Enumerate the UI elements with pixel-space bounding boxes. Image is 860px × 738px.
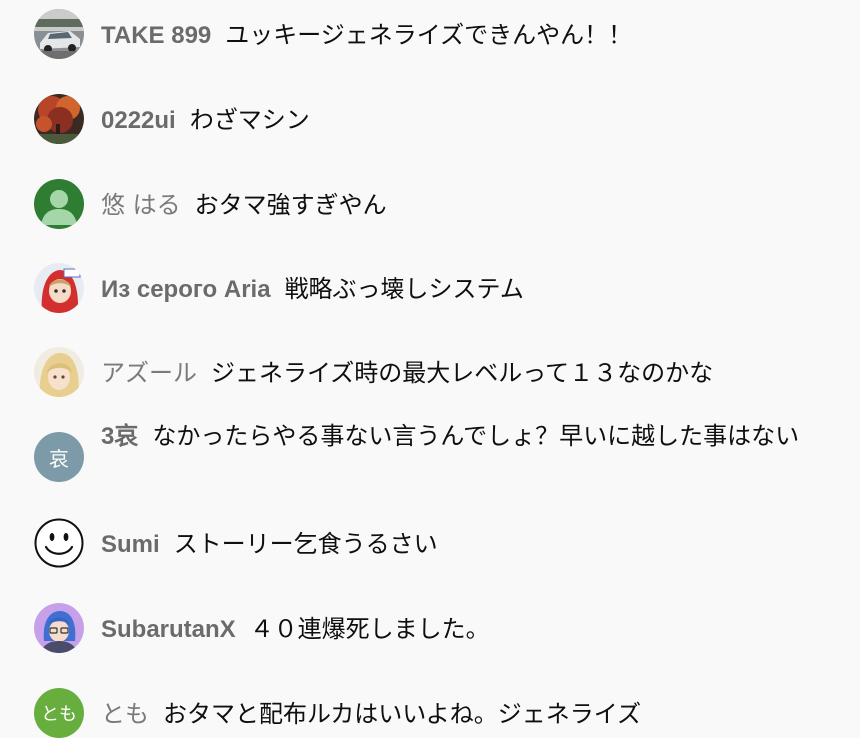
anime-girl-blonde-icon[interactable] xyxy=(34,347,84,397)
default-user-icon[interactable] xyxy=(34,179,84,229)
message-text: わざマシン xyxy=(189,106,310,134)
message-line: TAKE 899 ユッキージェネライズできんやん！！ xyxy=(101,17,837,54)
author-name[interactable]: 3哀 xyxy=(101,423,138,450)
author-name[interactable]: SubarutanX xyxy=(101,616,236,643)
message-text: なかったらやる事ない言うんでしょ？早いに越した事はない xyxy=(152,422,800,450)
letter-avatar-icon[interactable]: 哀 xyxy=(34,432,84,482)
author-name[interactable]: Из серого Aria xyxy=(101,276,271,303)
message-line: アズール ジェネライズ時の最大レベルって１３なのかな xyxy=(101,355,837,391)
car-photo-icon[interactable] xyxy=(34,9,84,59)
author-name[interactable]: 0222ui xyxy=(101,107,176,134)
live-chat-list: TAKE 899 ユッキージェネライズできんやん！！ 0222ui わざマシン xyxy=(0,0,860,738)
letter-avatar-icon[interactable]: とも xyxy=(34,688,84,738)
author-name[interactable]: とも xyxy=(101,700,149,728)
anime-boy-glasses-purple-icon[interactable] xyxy=(34,603,84,653)
author-name[interactable]: アズール xyxy=(101,359,197,387)
avatar-letter: 哀 xyxy=(49,446,69,471)
author-name[interactable]: Sumi xyxy=(101,531,160,558)
message-text: おタマ強すぎやん xyxy=(194,191,387,219)
message-line: 3哀 なかったらやる事ない言うんでしょ？早いに越した事はない xyxy=(101,418,837,455)
message-text: ユッキージェネライズできんやん！！ xyxy=(225,21,633,49)
author-name[interactable]: TAKE 899 xyxy=(101,22,211,49)
smiley-face-icon[interactable] xyxy=(34,518,84,568)
message-line: SubarutanX ４０連爆死しました。 xyxy=(101,611,837,648)
message-text: 戦略ぶっ壊しシステム xyxy=(284,275,524,303)
avatar-letter: とも xyxy=(41,704,77,725)
message-text: ４０連爆死しました。 xyxy=(249,615,490,643)
message-line: とも おタマと配布ルカはいいよね。ジェネライズ xyxy=(101,696,837,732)
message-line: Sumi ストーリー乞食うるさい xyxy=(101,526,837,563)
author-name[interactable]: 悠 はる xyxy=(101,191,181,219)
message-text: ジェネライズ時の最大レベルって１３なのかな xyxy=(211,359,714,387)
message-line: 悠 はる おタマ強すぎやん xyxy=(101,187,837,223)
message-text: おタマと配布ルカはいいよね。ジェネライズ xyxy=(163,700,642,728)
message-text: ストーリー乞食うるさい xyxy=(173,530,438,558)
message-line: Из серого Aria 戦略ぶっ壊しシステム xyxy=(101,271,837,308)
anime-character-red-hood-icon[interactable] xyxy=(34,263,84,313)
autumn-tree-photo-icon[interactable] xyxy=(34,94,84,144)
message-line: 0222ui わざマシン xyxy=(101,102,837,139)
